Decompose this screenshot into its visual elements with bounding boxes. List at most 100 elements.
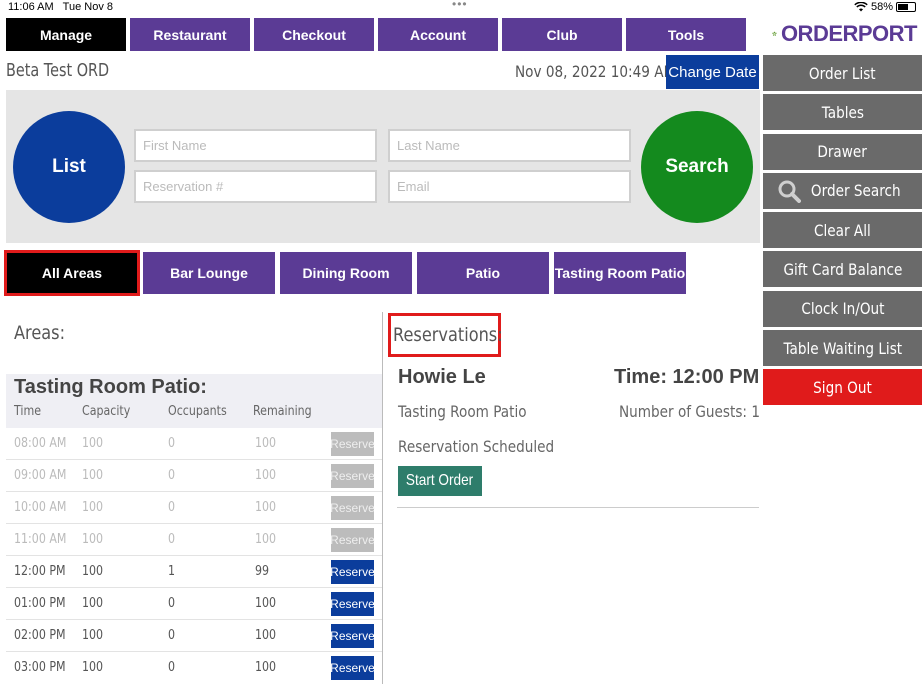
start-order-button[interactable]: Start Order (398, 466, 482, 496)
sidebar-label: Clock In/Out (800, 299, 885, 319)
sidebar-label: Tables (821, 102, 864, 122)
table-row: 12:00 PM 100 1 99 Reserve (6, 556, 382, 588)
row-time: 12:00 PM (14, 564, 66, 579)
reservation-divider (397, 507, 759, 508)
row-time: 11:00 AM (14, 532, 67, 547)
table-row: 03:00 PM 100 0 100 Reserve (6, 652, 382, 684)
nav-tab-club[interactable]: Club (502, 18, 622, 51)
nav-tab-tools[interactable]: Tools (626, 18, 746, 51)
sidebar-gift-card-balance[interactable]: Gift Card Balance (763, 251, 922, 288)
sidebar-table-waiting-list[interactable]: Table Waiting List (763, 330, 922, 367)
sidebar-clock-in-out[interactable]: Clock In/Out (763, 290, 922, 327)
logo-text: ORDERPORT (780, 21, 918, 46)
panel-divider (382, 312, 383, 684)
sidebar-label: Clear All (814, 220, 871, 240)
row-occupants: 0 (168, 660, 176, 675)
first-name-field[interactable]: First Name (134, 129, 377, 162)
sidebar-clear-all[interactable]: Clear All (763, 212, 922, 249)
last-name-field[interactable]: Last Name (388, 129, 631, 162)
sidebar-label: Gift Card Balance (783, 259, 902, 279)
row-remaining: 100 (255, 468, 277, 483)
status-clock: 11:06 AM (8, 1, 54, 13)
sign-out-button[interactable]: Sign Out (763, 369, 922, 406)
multitask-dots-icon[interactable]: ••• (452, 0, 468, 11)
row-remaining: 100 (255, 436, 277, 451)
area-tab-dining-room[interactable]: Dining Room (280, 252, 412, 294)
guest-name: Howie Le (398, 366, 486, 388)
row-capacity: 100 (82, 436, 104, 451)
sidebar-order-search[interactable]: Order Search (763, 172, 922, 209)
row-remaining: 100 (255, 596, 277, 611)
row-time: 01:00 PM (14, 596, 66, 611)
nav-tab-manage[interactable]: Manage (6, 18, 126, 51)
sidebar-order-list[interactable]: Order List (763, 55, 922, 91)
nav-tab-account[interactable]: Account (378, 18, 498, 51)
row-capacity: 100 (82, 564, 104, 579)
areas-heading: Areas: (14, 322, 66, 344)
reservation-guest-count: Number of Guests: 1 (619, 402, 760, 421)
row-capacity: 100 (82, 596, 104, 611)
status-date: Tue Nov 8 (62, 1, 113, 13)
area-tab-tasting-room-patio[interactable]: Tasting Room Patio (554, 252, 686, 294)
reserve-button[interactable]: Reserve (330, 432, 375, 456)
sidebar-label: Drawer (817, 142, 868, 162)
app-root: 11:06 AM Tue Nov 8 ••• 58% Manage Restau… (0, 0, 922, 691)
area-tabs: All Areas Bar Lounge Dining Room Patio T… (4, 250, 686, 296)
email-field[interactable]: Email (388, 170, 631, 203)
current-datetime: Nov 08, 2022 10:49 AM (515, 62, 676, 81)
reserve-button[interactable]: Reserve (330, 656, 375, 680)
row-occupants: 0 (168, 468, 176, 483)
main-nav: Manage Restaurant Checkout Account Club … (6, 18, 746, 51)
row-remaining: 99 (255, 564, 270, 579)
status-bar: 11:06 AM Tue Nov 8 ••• 58% (0, 0, 922, 16)
area-tab-patio[interactable]: Patio (417, 252, 549, 294)
row-time: 08:00 AM (14, 436, 67, 451)
reserve-button[interactable]: Reserve (330, 496, 375, 520)
reservation-time: Time: 12:00 PM (614, 366, 760, 388)
reserve-button[interactable]: Reserve (330, 560, 375, 584)
reservation-number-field[interactable]: Reservation # (134, 170, 377, 203)
search-button[interactable]: Search (641, 111, 753, 223)
sidebar-label: Table Waiting List (783, 338, 902, 358)
search-panel: List First Name Last Name Reservation # … (6, 90, 760, 243)
area-name: Tasting Room Patio: (14, 376, 207, 398)
battery-percent: 58% (870, 1, 893, 13)
reserve-button[interactable]: Reserve (330, 624, 375, 648)
status-right: 58% (854, 1, 916, 13)
reserve-button[interactable]: Reserve (330, 528, 375, 552)
list-button[interactable]: List (13, 111, 125, 223)
row-time: 02:00 PM (14, 628, 66, 643)
row-time: 09:00 AM (14, 468, 67, 483)
location-name: Beta Test ORD (6, 60, 110, 81)
nav-tab-checkout[interactable]: Checkout (254, 18, 374, 51)
row-occupants: 0 (168, 628, 176, 643)
sidebar-tables[interactable]: Tables (763, 94, 922, 131)
change-date-button[interactable]: Change Date (666, 55, 759, 89)
sidebar: Order List Tables Drawer Order Search Cl… (763, 55, 922, 409)
sidebar-drawer[interactable]: Drawer (763, 133, 922, 170)
area-tab-bar-lounge[interactable]: Bar Lounge (143, 252, 275, 294)
table-row: 10:00 AM 100 0 100 Reserve (6, 492, 382, 524)
nav-tab-restaurant[interactable]: Restaurant (130, 18, 250, 51)
row-occupants: 0 (168, 596, 176, 611)
column-capacity: Capacity (82, 404, 131, 419)
start-order-label: Start Order (406, 472, 474, 489)
grape-leaf-icon (772, 31, 777, 36)
table-row: 01:00 PM 100 0 100 Reserve (6, 588, 382, 620)
column-occupants: Occupants (168, 404, 227, 419)
row-remaining: 100 (255, 500, 277, 515)
reserve-button[interactable]: Reserve (330, 592, 375, 616)
table-row: 02:00 PM 100 0 100 Reserve (6, 620, 382, 652)
reservations-heading-text: Reservations: (393, 324, 503, 346)
table-row: 11:00 AM 100 0 100 Reserve (6, 524, 382, 556)
row-remaining: 100 (255, 532, 277, 547)
reserve-button[interactable]: Reserve (330, 464, 375, 488)
sidebar-label: Order Search (810, 181, 901, 201)
reservation-status: Reservation Scheduled (398, 437, 555, 456)
row-occupants: 0 (168, 436, 176, 451)
column-time: Time (14, 404, 42, 419)
reservation-area: Tasting Room Patio (398, 402, 527, 421)
area-tab-all-areas[interactable]: All Areas (4, 250, 140, 296)
row-time: 03:00 PM (14, 660, 66, 675)
status-time: 11:06 AM Tue Nov 8 (8, 1, 113, 13)
